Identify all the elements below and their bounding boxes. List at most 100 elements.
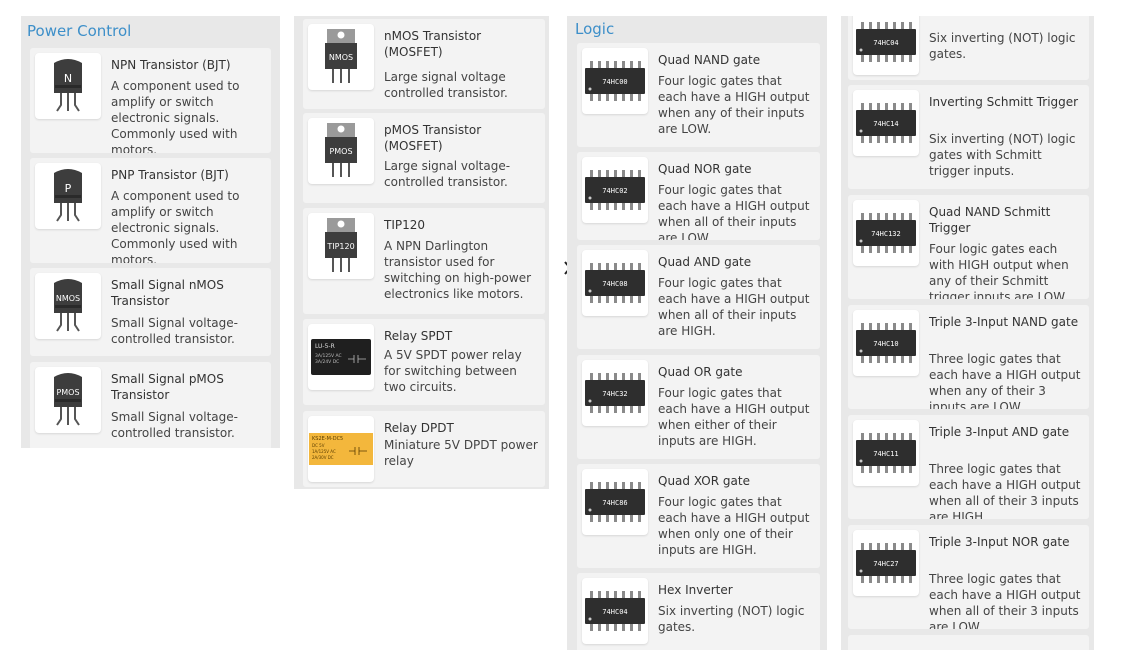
component-npn-transistor[interactable]: N NPN Transistor (BJT) A component used …	[30, 48, 271, 153]
to92-transistor-icon: NMOS	[35, 273, 101, 339]
component-pnp-transistor[interactable]: P PNP Transistor (BJT) A component used …	[30, 158, 271, 263]
component-74hc02[interactable]: 74HC02 Quad NOR gate Four logic gates that…	[577, 152, 820, 240]
component-name: Triple 3-Input NOR gate	[929, 535, 1070, 549]
transistor-label: P	[65, 182, 72, 195]
component-name: Triple 3-Input NAND gate	[929, 315, 1079, 329]
relay-model: KS2E-M-DC5	[312, 436, 343, 442]
transistor-label: NMOS	[56, 294, 80, 303]
component-74hc32[interactable]: 74HC32 Quad OR gate Four logic gates that …	[577, 355, 820, 459]
component-description: Large signal voltage controlled transist…	[384, 70, 508, 100]
component-name: Inverting Schmitt Trigger	[929, 95, 1079, 109]
component-description: A component used to amplify or switch el…	[111, 79, 240, 153]
component-description: Small Signal voltage-controlled transist…	[111, 316, 238, 346]
component-name: nMOS Transistor (MOSFET)	[384, 29, 482, 59]
component-name: Small Signal pMOS Transistor	[111, 372, 224, 402]
component-description: Large signal voltage-controlled transist…	[384, 159, 511, 189]
ic-chip-icon: 74HC08	[582, 250, 648, 316]
chip-label: 74HC14	[873, 120, 898, 128]
component-name: Quad OR gate	[658, 365, 743, 379]
component-74hc00[interactable]: 74HC00 Quad NAND gate Four logic gates tha…	[577, 43, 820, 147]
relay-rating: 3A/24V DC	[315, 359, 339, 365]
chip-label: 74HC132	[871, 230, 901, 238]
component-description: Three logic gates that each have a HIGH …	[929, 462, 1081, 519]
ic-chip-icon: 74HC11	[853, 420, 919, 486]
to92-transistor-icon: N	[35, 53, 101, 119]
component-name: Relay DPDT	[384, 421, 454, 435]
panel-title: Logic	[575, 20, 615, 38]
component-description: Four logic gates each with HIGH output w…	[929, 242, 1069, 299]
component-description: A component used to amplify or switch el…	[111, 189, 240, 263]
component-name: Quad NOR gate	[658, 162, 752, 176]
component-description: Six inverting (NOT) logic gates.	[658, 604, 805, 634]
relay-rating: DC 5V	[312, 443, 325, 448]
transistor-label: PMOS	[329, 147, 352, 156]
component-74hc14[interactable]: 74HC14 Inverting Schmitt Trigger Six inver…	[848, 85, 1089, 189]
component-name: Relay SPDT	[384, 329, 453, 343]
component-relay-spdt[interactable]: LU-5-R 3A/125V AC 3A/24V DC Relay SPDT A…	[303, 319, 545, 405]
component-name: PNP Transistor (BJT)	[111, 168, 229, 182]
component-name: TIP120	[384, 218, 426, 232]
to220-transistor-icon: PMOS	[308, 118, 374, 184]
component-74hc27[interactable]: 74HC27 Triple 3-Input NOR gate Three logic…	[848, 525, 1089, 629]
component-nmos-mosfet[interactable]: NMOS nMOS Transistor (MOSFET) Large sign…	[303, 19, 545, 109]
component-name: Triple 3-Input AND gate	[929, 425, 1070, 439]
component-small-signal-nmos[interactable]: NMOS Small Signal nMOS Transistor Small …	[30, 268, 271, 356]
ic-chip-icon: 74HC00	[582, 48, 648, 114]
component-description: Four logic gates that each have a HIGH o…	[658, 495, 810, 557]
component-description: A 5V SPDT power relay for switching betw…	[384, 348, 522, 394]
ic-chip-icon: 74HC04	[582, 578, 648, 644]
panel-power-control-continued: NMOS nMOS Transistor (MOSFET) Large sign…	[294, 16, 549, 489]
component-name: NPN Transistor (BJT)	[111, 58, 231, 72]
chip-label: 74HC04	[873, 39, 898, 47]
component-name: Small Signal nMOS Transistor	[111, 278, 224, 308]
chip-label: 74HC08	[602, 280, 627, 288]
relay-spdt-icon: LU-5-R 3A/125V AC 3A/24V DC	[308, 324, 374, 390]
component-74hc04[interactable]: 74HC04 Six inverting (NOT) logic gates.	[848, 16, 1089, 80]
ic-chip-icon: 74HC86	[582, 469, 648, 535]
chip-label: 74HC32	[602, 390, 627, 398]
component-74hc04[interactable]: 74HC04 Hex Inverter Six inverting (NOT) lo…	[577, 573, 820, 650]
relay-rating: 1A/125V AC	[312, 449, 336, 454]
chip-label: 74HC11	[873, 450, 898, 458]
component-description: Four logic gates that each have a HIGH o…	[658, 183, 810, 240]
component-name: Quad XOR gate	[658, 474, 750, 488]
component-74hc11[interactable]: 74HC11 Triple 3-Input AND gate Three logic…	[848, 415, 1089, 519]
component-74hc132[interactable]: 74HC132 Quad NAND Schmitt Trigger Four log…	[848, 195, 1089, 299]
ic-chip-icon: 74HC32	[582, 360, 648, 426]
component-relay-dpdt[interactable]: KS2E-M-DC5 DC 5V 1A/125V AC 2A/30V DC Re…	[303, 411, 545, 487]
ic-chip-icon: 74HC14	[853, 90, 919, 156]
ic-chip-icon: 74HC04	[853, 16, 919, 75]
to220-transistor-icon: NMOS	[308, 24, 374, 90]
component-74hc10[interactable]: 74HC10 Triple 3-Input NAND gate Three logi…	[848, 305, 1089, 409]
panel-title: Power Control	[27, 22, 132, 40]
component-description: A NPN Darlington transistor used for swi…	[384, 239, 532, 301]
panel-power-control: Power Control N NPN Transistor (BJT) A c…	[21, 16, 280, 448]
component-description: Three logic gates that each have a HIGH …	[929, 572, 1081, 629]
chip-label: 74HC00	[602, 78, 627, 86]
component-small-signal-pmos[interactable]: PMOS Small Signal pMOS Transistor Small …	[30, 362, 271, 448]
transistor-label: PMOS	[56, 388, 79, 397]
component-description: Six inverting (NOT) logic gates with Sch…	[929, 132, 1076, 178]
to220-transistor-icon: TIP120	[308, 213, 374, 279]
transistor-label: TIP120	[326, 242, 354, 251]
ic-chip-icon: 74HC132	[853, 200, 919, 266]
to92-transistor-icon: PMOS	[35, 367, 101, 433]
ic-chip-icon: 74HC02	[582, 157, 648, 223]
list-item-partial[interactable]	[848, 635, 1089, 650]
component-tip120[interactable]: TIP120 TIP120 A NPN Darlington transisto…	[303, 208, 545, 314]
chip-label: 74HC86	[602, 499, 627, 507]
relay-dpdt-icon: KS2E-M-DC5 DC 5V 1A/125V AC 2A/30V DC	[308, 416, 374, 482]
component-name: Quad NAND Schmitt Trigger	[929, 205, 1051, 235]
ic-chip-icon: 74HC27	[853, 530, 919, 596]
component-description: Four logic gates that each have a HIGH o…	[658, 74, 810, 136]
transistor-label: N	[64, 72, 72, 85]
component-pmos-mosfet[interactable]: PMOS pMOS Transistor (MOSFET) Large sign…	[303, 113, 545, 203]
component-description: Three logic gates that each have a HIGH …	[929, 352, 1081, 409]
relay-model: LU-5-R	[315, 343, 335, 350]
relay-rating: 3A/125V AC	[315, 353, 342, 359]
component-74hc86[interactable]: 74HC86 Quad XOR gate Four logic gates that…	[577, 464, 820, 568]
component-description: Four logic gates that each have a HIGH o…	[658, 276, 810, 338]
component-74hc08[interactable]: 74HC08 Quad AND gate Four logic gates that…	[577, 245, 820, 349]
component-name: pMOS Transistor (MOSFET)	[384, 123, 482, 153]
panel-logic: Logic 74HC00 Quad NAND gate Four logic gat…	[567, 16, 827, 650]
